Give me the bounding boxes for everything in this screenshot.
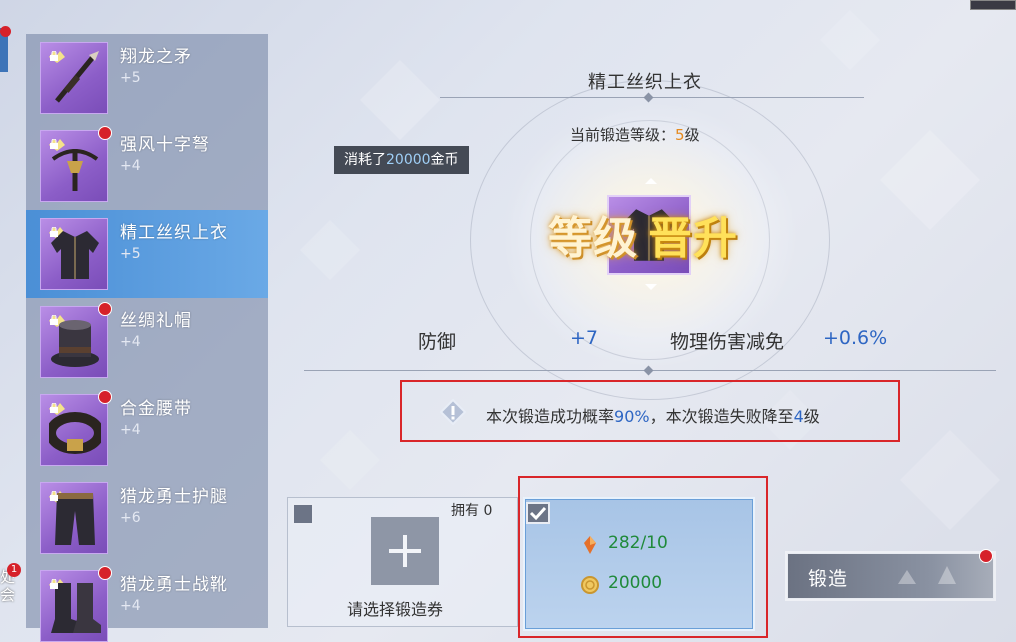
success-rate-text: 本次锻造成功概率90%，本次锻造失败降至4级 [486, 403, 820, 427]
item-name: 丝绸礼帽 [120, 311, 192, 331]
forge-notice-dot [979, 549, 993, 563]
item-name: 合金腰带 [120, 399, 192, 419]
materials-panel[interactable] [523, 497, 755, 631]
warning-text-c: 级 [803, 407, 820, 426]
equipment-list[interactable]: 翔龙之矛 +5 强风十字弩 +4 精工丝织上衣 +5 丝绸礼帽 +4 合金腰带 … [26, 34, 268, 642]
list-item-top-hat[interactable]: 丝绸礼帽 +4 [26, 298, 268, 386]
item-enhance-level: +4 [120, 422, 141, 438]
list-item-belt[interactable]: 合金腰带 +4 [26, 386, 268, 474]
notice-dot [98, 302, 112, 316]
item-name: 翔龙之矛 [120, 47, 192, 67]
select-ticket-prompt: 请选择锻造券 [347, 600, 444, 619]
forge-button-label: 锻造 [808, 568, 849, 590]
list-item-jacket[interactable]: 精工丝织上衣 +5 [26, 210, 268, 298]
item-name: 猎龙勇士护腿 [120, 487, 228, 507]
ticket-checkbox[interactable] [292, 503, 314, 525]
stat-reduction-label: 物理伤害减免 [670, 331, 785, 353]
success-rate-value: 90% [614, 407, 650, 426]
item-enhance-level: +4 [120, 158, 141, 174]
spear-icon [40, 42, 108, 114]
gold-coin-icon [581, 576, 599, 594]
item-enhance-level: +4 [120, 334, 141, 350]
item-enhance-level: +5 [120, 246, 141, 262]
ticket-owned-count: 拥有 0 [451, 503, 493, 519]
top-hat-icon [40, 306, 108, 378]
forge-button[interactable]: 锻造 [787, 553, 994, 599]
levelup-text-promote: 晋升 [648, 213, 738, 264]
arrow-down-icon [645, 284, 657, 290]
forge-level-unit: 级 [684, 126, 700, 144]
warning-text-b: ，本次锻造失败降至 [649, 407, 794, 426]
top-right-corner-button[interactable] [970, 0, 1016, 10]
item-enhance-level: +5 [120, 70, 141, 86]
cost-prefix: 消耗了 [344, 152, 386, 168]
item-name: 猎龙勇士战靴 [120, 575, 228, 595]
stat-defense-value: +7 [570, 327, 599, 349]
item-enhance-level: +6 [120, 510, 141, 526]
notice-dot [98, 390, 112, 404]
crossbow-icon [40, 130, 108, 202]
warning-icon [440, 399, 466, 425]
warning-text-a: 本次锻造成功概率 [486, 407, 615, 426]
materials-checkbox[interactable] [526, 502, 550, 524]
list-item-leggings[interactable]: 猎龙勇士护腿 +6 [26, 474, 268, 562]
cost-tooltip: 消耗了20000金币 [334, 146, 469, 174]
gold-amount: 20000 [608, 573, 663, 593]
crystal-icon [584, 536, 596, 554]
decor-triangle-icon [938, 566, 956, 584]
fail-level-value: 4 [793, 407, 804, 426]
crystal-amount: 282/10 [608, 533, 668, 553]
current-forge-level: 当前锻造等级：5级 [570, 124, 700, 145]
left-edge-notice-dot [0, 26, 11, 37]
notice-dot [98, 126, 112, 140]
item-name: 强风十字弩 [120, 135, 210, 155]
check-icon [529, 506, 547, 521]
decor-triangle-icon [898, 570, 916, 584]
plus-icon [403, 535, 407, 567]
selected-item-title: 精工丝织上衣 [588, 72, 702, 93]
belt-icon [40, 394, 108, 466]
list-item-boots[interactable]: 猎龙勇士战靴 +4 [26, 562, 268, 642]
leggings-icon [40, 482, 108, 554]
add-ticket-button[interactable] [371, 517, 439, 585]
arrow-up-icon [645, 178, 657, 184]
stat-reduction-value: +0.6% [823, 327, 888, 349]
forge-level-label: 当前锻造等级： [570, 126, 676, 144]
levelup-text-level: 等级 [548, 213, 638, 264]
cost-amount: 20000 [386, 152, 431, 168]
stat-defense-label: 防御 [418, 331, 457, 353]
list-item-crossbow[interactable]: 强风十字弩 +4 [26, 122, 268, 210]
forge-level-number: 5 [675, 126, 685, 144]
item-name: 精工丝织上衣 [120, 223, 228, 243]
notice-dot [98, 566, 112, 580]
cost-suffix: 金币 [430, 152, 459, 168]
list-item-spear[interactable]: 翔龙之矛 +5 [26, 34, 268, 122]
item-enhance-level: +4 [120, 598, 141, 614]
left-edge-badge: 1 [7, 563, 21, 577]
jacket-icon [40, 218, 108, 290]
boots-icon [40, 570, 108, 642]
